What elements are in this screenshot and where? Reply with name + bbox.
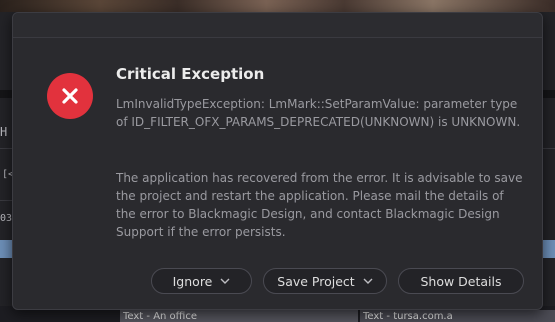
chevron-down-icon	[363, 278, 373, 284]
show-details-button-label: Show Details	[420, 273, 502, 289]
error-message: LmInvalidTypeException: LmMark::SetParam…	[116, 97, 521, 129]
ignore-button[interactable]: Ignore	[151, 268, 252, 294]
background-clip-right: Text - tursa.com.a	[360, 310, 555, 322]
dialog-title-bar[interactable]	[13, 13, 542, 38]
error-x-glyph	[62, 88, 78, 104]
critical-exception-dialog: Critical Exception LmInvalidTypeExceptio…	[12, 12, 543, 310]
background-clip-left: Text - An office	[120, 310, 358, 322]
background-side-glyph: 03	[0, 213, 13, 224]
chevron-down-icon	[220, 278, 230, 284]
error-x-icon	[47, 73, 93, 119]
save-project-button-label: Save Project	[277, 273, 355, 289]
save-project-button[interactable]: Save Project	[263, 268, 387, 294]
show-details-button[interactable]: Show Details	[398, 268, 524, 294]
recovery-message: The application has recovered from the e…	[116, 171, 523, 239]
ignore-button-label: Ignore	[172, 273, 213, 289]
background-video-strip	[0, 0, 555, 12]
background-side-glyph: H	[0, 125, 8, 139]
dialog-title: Critical Exception	[116, 65, 265, 83]
